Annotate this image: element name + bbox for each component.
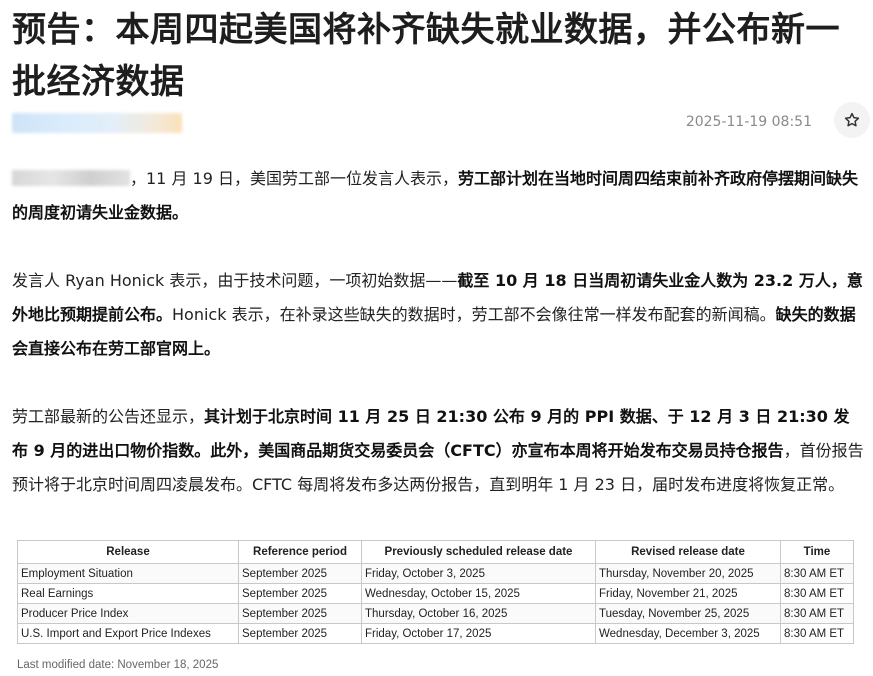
author-name-redacted xyxy=(12,113,182,133)
paragraph-2: 发言人 Ryan Honick 表示，由于技术问题，一项初始数据——截至 10 … xyxy=(12,264,864,366)
cell-reference-period: September 2025 xyxy=(238,583,362,604)
cell-reference-period: September 2025 xyxy=(238,603,362,624)
cell-previous-date: Wednesday, October 15, 2025 xyxy=(361,583,596,604)
source-redacted xyxy=(12,170,130,186)
cell-release: Real Earnings xyxy=(17,583,239,604)
cell-time: 8:30 AM ET xyxy=(780,623,854,644)
p2-text-a: 发言人 Ryan Honick 表示，由于技术问题，一项初始数据—— xyxy=(12,271,458,290)
last-modified-note: Last modified date: November 18, 2025 xyxy=(17,659,219,671)
p3-text-a: 劳工部最新的公告还显示， xyxy=(12,407,205,426)
favorite-button[interactable] xyxy=(834,102,870,138)
article-meta: 2025-11-19 08:51 xyxy=(12,102,870,138)
cell-revised-date: Thursday, November 20, 2025 xyxy=(595,563,781,584)
cell-release: Employment Situation xyxy=(17,563,239,584)
cell-reference-period: September 2025 xyxy=(238,623,362,644)
table-header-row: Release Reference period Previously sche… xyxy=(17,540,854,564)
header-reference-period: Reference period xyxy=(238,540,362,564)
header-previous-date: Previously scheduled release date xyxy=(361,540,596,564)
paragraph-3: 劳工部最新的公告还显示，其计划于北京时间 11 月 25 日 21:30 公布 … xyxy=(12,400,864,502)
cell-time: 8:30 AM ET xyxy=(780,563,854,584)
cell-previous-date: Thursday, October 16, 2025 xyxy=(361,603,596,624)
paragraph-1: ，11 月 19 日，美国劳工部一位发言人表示，劳工部计划在当地时间周四结束前补… xyxy=(12,162,864,230)
table-row: Employment Situation September 2025 Frid… xyxy=(17,563,854,584)
p2-text-c: Honick 表示，在补录这些缺失的数据时，劳工部不会像往常一样发布配套的新闻稿… xyxy=(172,305,776,324)
p1-text: ，11 月 19 日，美国劳工部一位发言人表示， xyxy=(130,169,458,188)
publish-date: 2025-11-19 08:51 xyxy=(685,114,812,130)
cell-time: 8:30 AM ET xyxy=(780,583,854,604)
cell-release: Producer Price Index xyxy=(17,603,239,624)
cell-time: 8:30 AM ET xyxy=(780,603,854,624)
table-row: U.S. Import and Export Price Indexes Sep… xyxy=(17,623,854,644)
star-icon xyxy=(844,112,860,127)
cell-release: U.S. Import and Export Price Indexes xyxy=(17,623,239,644)
table-row: Real Earnings September 2025 Wednesday, … xyxy=(17,583,854,604)
header-time: Time xyxy=(780,540,854,564)
header-release: Release xyxy=(17,540,239,564)
header-revised-date: Revised release date xyxy=(595,540,781,564)
cell-previous-date: Friday, October 17, 2025 xyxy=(361,623,596,644)
cell-revised-date: Tuesday, November 25, 2025 xyxy=(595,603,781,624)
cell-previous-date: Friday, October 3, 2025 xyxy=(361,563,596,584)
cell-revised-date: Friday, November 21, 2025 xyxy=(595,583,781,604)
article-title: 预告：本周四起美国将补齐缺失就业数据，并公布新一批经济数据 xyxy=(12,10,840,102)
cell-reference-period: September 2025 xyxy=(238,563,362,584)
table-row: Producer Price Index September 2025 Thur… xyxy=(17,603,854,624)
cell-revised-date: Wednesday, December 3, 2025 xyxy=(595,623,781,644)
release-schedule-table: Release Reference period Previously sche… xyxy=(17,540,854,644)
